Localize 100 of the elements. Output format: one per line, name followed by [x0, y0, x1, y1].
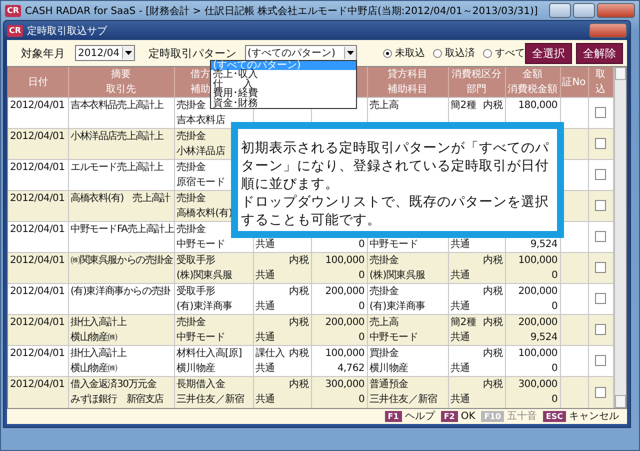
amount-cell: 200,000 — [518, 317, 558, 328]
filter-radio[interactable]: 取込済 — [433, 46, 475, 60]
key-label[interactable]: F2 — [440, 410, 458, 422]
window-title: CASH RADAR for SaaS - [財務会計 > 仕訳日記帳 株式会社エルモード中野店(当期:2012/04/01～2013/03/31)] — [25, 4, 538, 18]
filter-radio[interactable]: すべて — [483, 46, 525, 60]
date-cell: 2012/04/01 — [10, 379, 65, 390]
key-text: ヘルプ — [404, 410, 435, 424]
pattern-option[interactable]: 費用･経費 — [211, 89, 356, 99]
account-cell: 売掛金 — [176, 162, 206, 173]
pattern-option[interactable]: 資金･財務 — [211, 98, 356, 108]
tax-amount-cell: 0 — [358, 239, 364, 250]
column-header: 消費税区分 — [452, 69, 502, 80]
account-cell: 売上高 — [370, 317, 399, 328]
import-checkbox[interactable] — [595, 386, 606, 398]
key-text: OK — [460, 410, 476, 422]
tax-type: 課仕入 — [256, 346, 285, 361]
date-cell: 2012/04/01 — [10, 162, 65, 173]
department-cell: 共通 — [256, 363, 275, 374]
column-header: 取 — [596, 69, 606, 80]
summary-cell: エルモード売上高計上 — [70, 162, 164, 173]
date-cell: 2012/04/01 — [10, 193, 65, 204]
tax-amount-cell: 0 — [551, 270, 558, 281]
app-logo: CR — [5, 4, 22, 16]
summary-cell: 借入金返済30万元金 — [70, 379, 156, 390]
amount-cell: 100,000 — [325, 255, 364, 266]
sub-account-cell: 横川物産 — [370, 363, 408, 374]
column-header: 借方 — [190, 69, 210, 80]
import-checkbox[interactable] — [595, 231, 606, 242]
select-button[interactable]: 全解除 — [576, 42, 623, 64]
callout-text: ドロップダウンリストで、既存のパターンを選択することも可能です。 — [241, 193, 550, 229]
account-cell: 受取手形 — [176, 255, 216, 266]
date-cell: 2012/04/01 — [10, 348, 65, 359]
account-cell: 長期借入金 — [176, 379, 226, 390]
close-button[interactable] — [597, 3, 635, 18]
tax-mode: 内税 — [483, 316, 502, 330]
column-header: 摘要 — [111, 69, 131, 80]
department-cell: 共通 — [256, 270, 275, 281]
select-button[interactable]: 全選択 — [525, 42, 572, 64]
tax-mode: 内税 — [483, 378, 502, 392]
amount-cell: 100,000 — [518, 255, 558, 266]
import-checkbox[interactable] — [595, 138, 606, 150]
summary-cell: 小林洋品店売上高計上 — [70, 131, 164, 142]
column-header: 取引先 — [106, 84, 136, 95]
account-cell: 売掛金 — [176, 317, 206, 328]
month-dropdown[interactable]: 2012/04 — [75, 45, 135, 61]
tax-mode: 内税 — [289, 378, 308, 392]
import-checkbox[interactable] — [595, 107, 606, 118]
key-label[interactable]: F1 — [384, 410, 402, 422]
close-button[interactable] — [589, 23, 627, 38]
department-cell: 共通 — [450, 270, 470, 281]
tax-amount-cell: 0 — [551, 363, 558, 374]
date-cell: 2012/04/01 — [10, 131, 65, 142]
amount-cell: 200,000 — [325, 286, 364, 297]
callout-text: 初期表示される定時取引パターンが「すべてのパターン」になり、登録されている定時取引が日付順に並びます。 — [241, 139, 550, 193]
import-checkbox[interactable] — [595, 200, 606, 212]
partner-cell: 横山物産㈱ — [70, 332, 118, 343]
column-header: 込 — [596, 84, 606, 95]
sub-account-cell: 吉本衣料店 — [176, 115, 226, 126]
account-cell: 売掛金 — [176, 100, 206, 111]
pattern-option[interactable]: 売上･収入 — [211, 70, 356, 80]
department-cell: 共通 — [450, 332, 470, 343]
month-label: 対象年月 — [21, 46, 65, 60]
tax-amount-cell: 9,524 — [530, 332, 558, 343]
import-checkbox[interactable] — [595, 293, 606, 304]
import-checkbox[interactable] — [595, 262, 606, 274]
tax-type: 簡2種 — [450, 316, 476, 330]
account-cell: 売掛金 — [370, 255, 399, 266]
tax-mode: 内税 — [483, 254, 502, 268]
amount-cell: 100,000 — [325, 348, 364, 359]
date-cell: 2012/04/01 — [10, 100, 65, 111]
sub-account-cell: 中野モード — [176, 332, 226, 343]
tax-mode: 内税 — [289, 254, 308, 268]
caret-icon — [347, 51, 354, 55]
department-cell: 共通 — [256, 394, 275, 405]
column-header: 消費税金額 — [508, 84, 558, 95]
column-header: 日付 — [28, 76, 48, 88]
amount-cell: 100,000 — [518, 348, 558, 359]
filter-radio[interactable]: 未取込 — [383, 46, 425, 60]
scrollbar[interactable] — [614, 67, 626, 408]
summary-cell: (有)東洋商事からの売掛 — [70, 286, 170, 297]
sub-account-cell: 横川物産 — [176, 363, 216, 374]
pattern-dropdown[interactable]: (すべてのパターン) — [244, 45, 357, 61]
department-cell: 共通 — [256, 332, 275, 343]
import-checkbox[interactable] — [595, 169, 606, 180]
minimize-button[interactable] — [549, 3, 571, 18]
summary-cell: 中野モードFA売上高計上 — [70, 224, 173, 235]
tax-amount-cell: 0 — [358, 394, 364, 405]
import-checkbox[interactable] — [595, 355, 606, 366]
sub-account-cell: 中野モード — [370, 332, 418, 343]
tax-mode: 内税 — [289, 346, 308, 361]
sub-account-cell: (株)関東呉服 — [176, 270, 232, 281]
sub-account-cell: (株)関東呉服 — [370, 270, 426, 281]
date-cell: 2012/04/01 — [10, 317, 65, 328]
key-label[interactable]: ESC — [542, 410, 566, 422]
tax-mode: 内税 — [483, 98, 502, 113]
import-checkbox[interactable] — [595, 324, 606, 336]
amount-cell: 180,000 — [518, 100, 558, 111]
key-text: 五十音 — [506, 410, 537, 424]
amount-cell: 200,000 — [518, 286, 558, 297]
maximize-button[interactable] — [573, 3, 595, 18]
